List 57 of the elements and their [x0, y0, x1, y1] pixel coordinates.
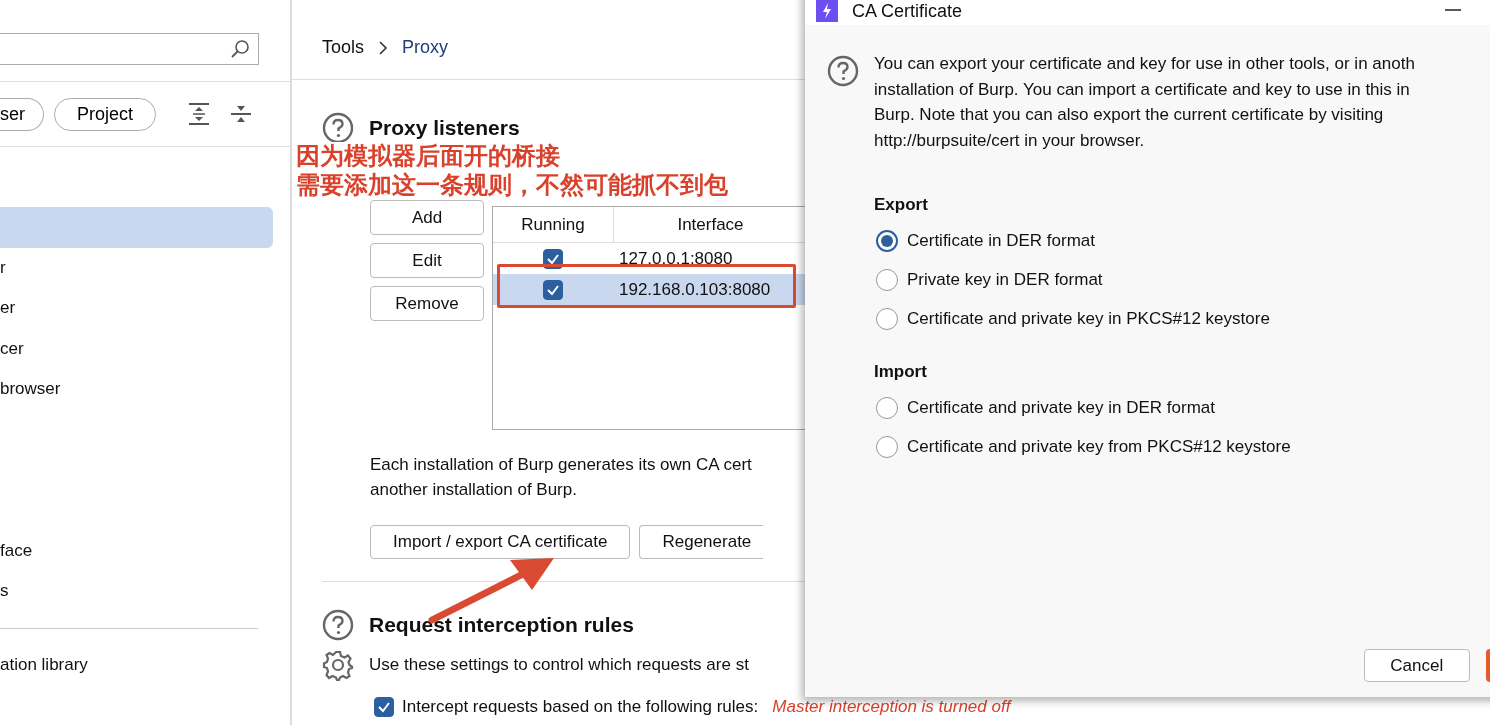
help-icon[interactable] — [322, 609, 354, 641]
table-row[interactable]: 127.0.0.1:8080 — [493, 243, 807, 274]
minimize-icon[interactable] — [1445, 8, 1461, 12]
group-heading: Import — [874, 362, 928, 382]
table-row[interactable]: 192.168.0.103:8080 — [493, 274, 807, 305]
dialog-description: You can export your certificate and key for use in other tools, or in anoth installation of Burp. You can import a certificate and key to use in this in Burp. Note that you can also export the current certificate by visiting http://burpsuite/cert in your browser. — [874, 53, 1415, 152]
sidebar-item[interactable]: ation library — [0, 644, 273, 685]
expand-icon[interactable] — [188, 102, 211, 126]
filter-button[interactable]: ser — [0, 97, 44, 131]
search-icon — [230, 39, 250, 59]
cancel-button[interactable]: Cancel — [1364, 649, 1470, 682]
radio-label[interactable]: Private key in DER format — [907, 269, 1103, 290]
radio-button[interactable] — [876, 229, 898, 252]
radio-button[interactable] — [876, 396, 898, 419]
table-cell-text: 192.168.0.103:8080 — [618, 279, 772, 300]
group-heading: Export — [874, 195, 929, 215]
help-icon[interactable] — [322, 112, 354, 144]
sidebar-item[interactable]: cer — [0, 328, 273, 369]
help-icon[interactable] — [827, 55, 859, 87]
breadcrumb-link[interactable]: Tools — [322, 37, 365, 58]
radio-button[interactable] — [876, 435, 898, 458]
check-icon — [546, 283, 560, 296]
dialog-title: CA Certificate — [852, 1, 963, 22]
settings-icon[interactable] — [322, 649, 354, 681]
radio-label[interactable]: Certificate in DER format — [907, 230, 1095, 251]
radio-button[interactable] — [876, 307, 898, 330]
section-title: Proxy listeners — [369, 116, 520, 140]
checkbox[interactable] — [374, 697, 394, 717]
certificate-button[interactable]: Regenerate — [639, 525, 764, 559]
certificate-button[interactable]: Import / export CA certificate — [370, 525, 631, 559]
sidebar-item[interactable]: browser — [0, 369, 273, 410]
table-cell-text: 127.0.0.1:8080 — [618, 248, 734, 269]
check-icon — [546, 252, 560, 265]
column-header[interactable]: Running — [493, 207, 614, 242]
filter-button[interactable]: Project — [54, 97, 157, 131]
status-text: Master interception is turned off — [772, 697, 1011, 717]
radio-label[interactable]: Certificate and private key in PKCS#12 keystore — [907, 308, 1270, 329]
checkbox[interactable] — [543, 279, 563, 300]
ca-description: Each installation of Burp generates its own CA cert another installation of Burp. — [370, 454, 753, 501]
section-description: Use these settings to control which requests are st — [369, 655, 749, 675]
check-icon — [377, 701, 391, 713]
chevron-icon — [378, 40, 389, 55]
sidebar-item[interactable]: r — [0, 247, 273, 288]
action-button[interactable]: Add — [370, 200, 484, 235]
column-header[interactable]: Interface — [614, 207, 807, 242]
radio-label[interactable]: Certificate and private key from PKCS#12 keystore — [907, 436, 1291, 457]
sidebar-item[interactable]: s — [0, 571, 273, 612]
search-field[interactable] — [0, 33, 259, 65]
radio-label[interactable]: Certificate and private key in DER format — [907, 397, 1215, 418]
sidebar-item[interactable]: face — [0, 530, 273, 571]
breadcrumb-link[interactable]: Proxy — [402, 37, 449, 58]
action-button[interactable]: Remove — [370, 286, 484, 321]
sidebar-item[interactable]: er — [0, 288, 273, 329]
radio-button[interactable] — [876, 268, 898, 291]
section-title: Request interception rules — [369, 613, 634, 637]
checkbox-label[interactable]: Intercept requests based on the following rules: — [402, 697, 759, 717]
action-button[interactable]: Edit — [370, 243, 484, 278]
